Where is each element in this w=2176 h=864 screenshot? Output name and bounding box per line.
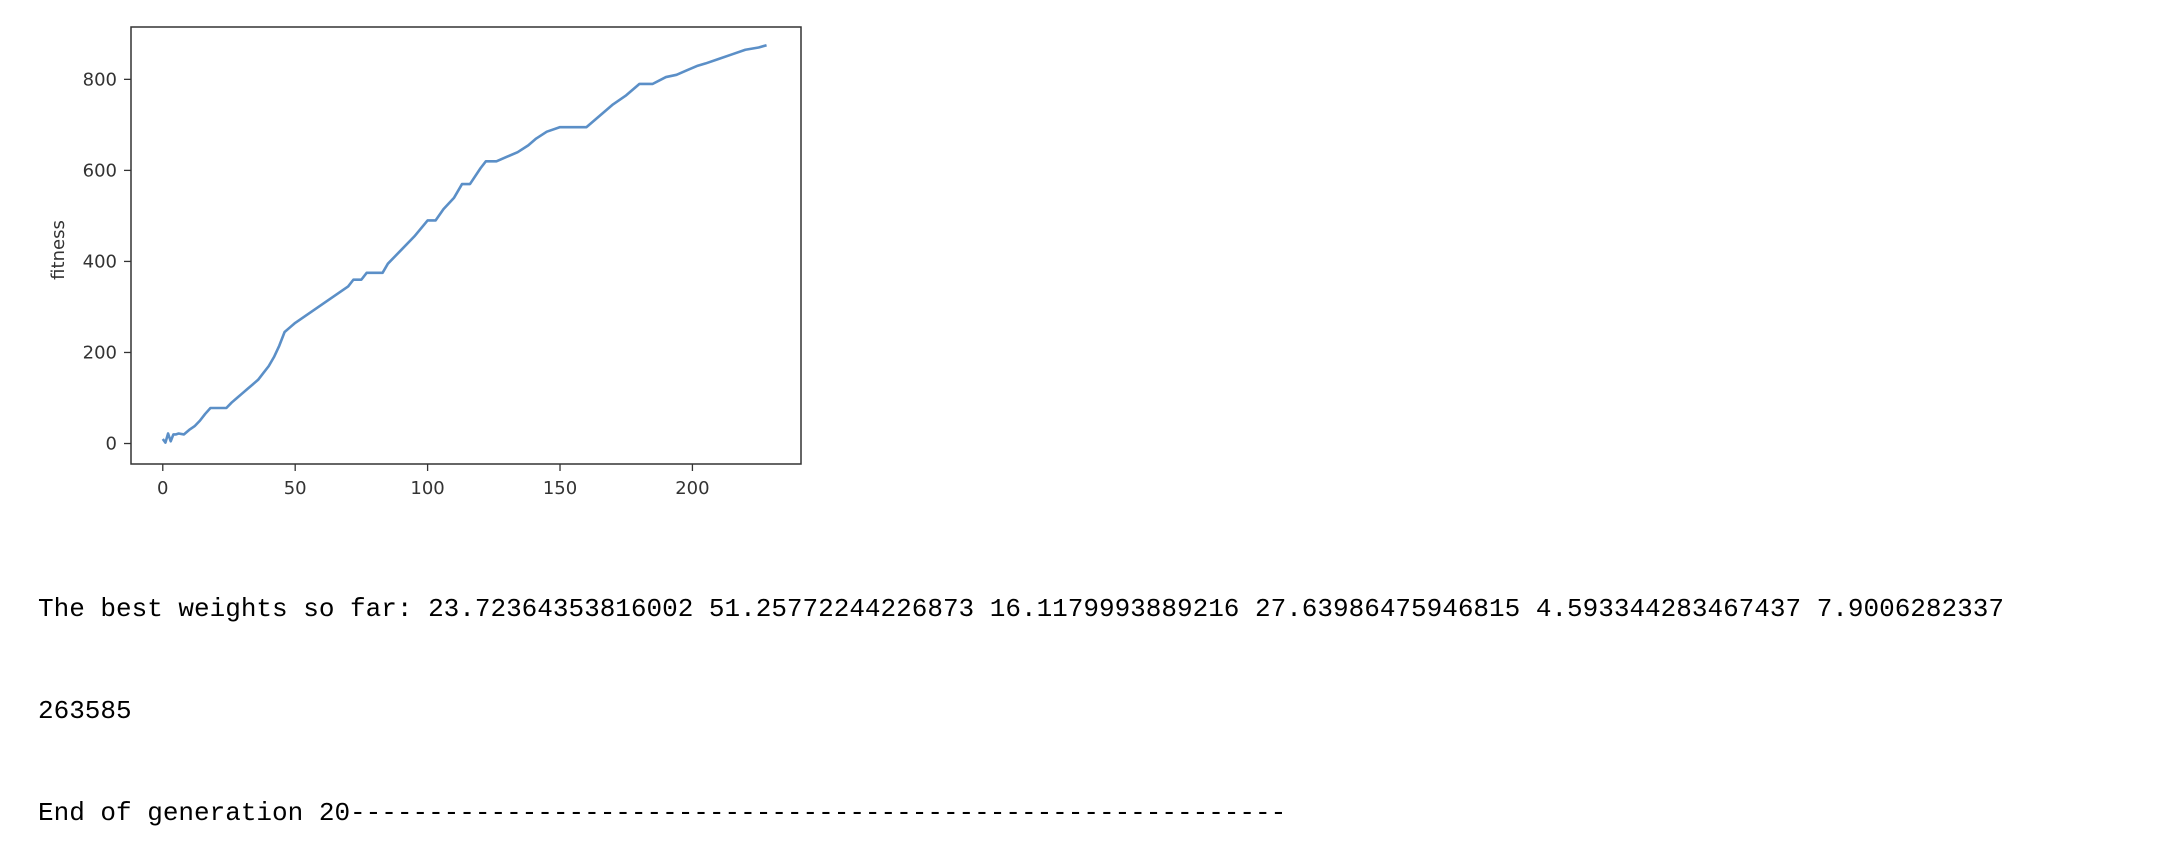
x-tick-label: 50 xyxy=(284,478,307,499)
y-tick-label: 400 xyxy=(83,251,117,272)
output-line-end-generation: End of generation 20--------------------… xyxy=(38,798,1287,828)
y-axis-label: fitness xyxy=(48,220,69,280)
output-line-best-weights: The best weights so far: 23.723643538160… xyxy=(38,594,2004,624)
console-output: The best weights so far: 23.723643538160… xyxy=(38,524,2158,864)
output-line-continuation: 263585 xyxy=(38,696,132,726)
plot-frame xyxy=(130,26,802,465)
chart-svg: 0 50 100 150 200 0 200 400 600 800 fitness xyxy=(48,26,802,499)
x-tick-label: 0 xyxy=(157,478,168,499)
fitness-chart: 0 50 100 150 200 0 200 400 600 800 fitness xyxy=(0,0,850,510)
y-tick-label: 600 xyxy=(83,160,117,181)
x-tick-label: 200 xyxy=(675,478,709,499)
y-tick-label: 0 xyxy=(106,434,117,455)
series-line-0 xyxy=(161,43,767,444)
x-tick-label: 150 xyxy=(543,478,577,499)
y-tick-label: 200 xyxy=(83,342,117,363)
x-tick-label: 100 xyxy=(410,478,444,499)
y-tick-label: 800 xyxy=(83,69,117,90)
